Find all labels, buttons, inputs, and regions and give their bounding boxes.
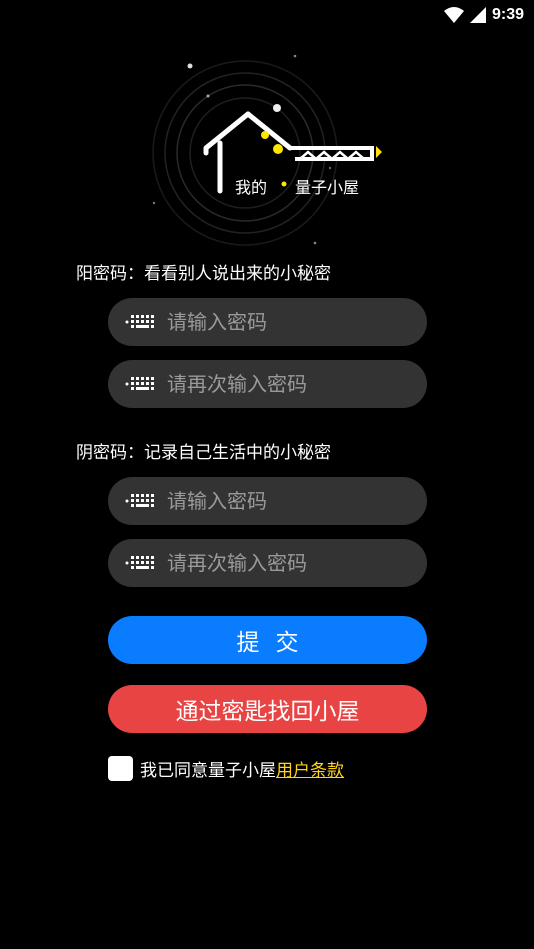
user-terms-link[interactable]: 用户条款	[276, 756, 344, 781]
yin-password-label: 阴密码：记录自己生活中的小秘密	[76, 443, 331, 463]
wifi-icon	[443, 7, 464, 23]
submit-button[interactable]: 提交	[108, 616, 427, 664]
yang-confirm-field[interactable]	[108, 360, 427, 408]
yang-confirm-input[interactable]	[165, 363, 409, 405]
keyboard-icon	[125, 374, 155, 394]
agreement-text: 我已同意量子小屋	[140, 760, 276, 781]
yin-password-field[interactable]	[108, 477, 427, 525]
recover-by-key-button[interactable]: 通过密匙找回小屋	[108, 685, 427, 733]
logo-text-left: 我的	[235, 178, 268, 197]
status-icons: 9:39	[443, 4, 524, 26]
yang-password-input[interactable]	[165, 301, 409, 343]
keyboard-icon	[125, 491, 155, 511]
signal-icon	[469, 7, 486, 23]
logo-text-right: 量子小屋	[295, 178, 360, 197]
agreement-row: 我已同意量子小屋 用户条款	[108, 754, 344, 782]
status-bar: 9:39	[0, 0, 534, 30]
yang-password-label: 阳密码：看看别人说出来的小秘密	[76, 264, 331, 284]
app-logo: 我的 量子小屋	[150, 48, 390, 258]
yin-confirm-input[interactable]	[165, 542, 409, 584]
agree-checkbox[interactable]	[108, 755, 133, 781]
keyboard-icon	[125, 312, 155, 332]
yin-confirm-field[interactable]	[108, 539, 427, 587]
keyboard-icon	[125, 553, 155, 573]
yin-password-input[interactable]	[165, 480, 409, 522]
status-time: 9:39	[491, 6, 524, 23]
yang-password-field[interactable]	[108, 298, 427, 346]
